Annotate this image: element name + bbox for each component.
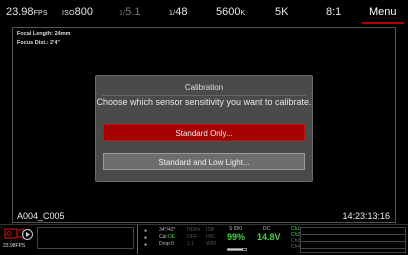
voltage-readout: 14.8V xyxy=(257,232,281,242)
dropped-frames-icon: ● xyxy=(144,242,148,248)
media-capacity: 99% xyxy=(227,232,246,242)
status-meter-box xyxy=(37,227,134,249)
clip-name: A004_C005 xyxy=(17,211,65,221)
compression-readout[interactable]: 8:1 xyxy=(326,6,341,18)
fps-unit: FPS xyxy=(33,10,48,17)
calibration-label: Cal: xyxy=(159,234,168,240)
timecode: 14:23:13:16 xyxy=(342,211,390,221)
menu-active-indicator xyxy=(362,22,404,24)
white-balance-unit: K xyxy=(240,10,246,17)
playback-icon[interactable] xyxy=(22,229,33,240)
fps-value: 23.98 xyxy=(6,6,34,18)
aspect-ratio: 1:1 xyxy=(187,241,194,247)
iso-label: ISO xyxy=(62,10,75,17)
wifi-indicator: WIFI xyxy=(206,241,217,247)
shutter-readout[interactable]: 1/5.1 xyxy=(119,6,141,18)
shutter-value: 5.1 xyxy=(125,6,141,18)
media-capacity-fill xyxy=(228,249,244,250)
calibration-icon: ● xyxy=(144,235,148,241)
calibration-status: Cal:OE xyxy=(159,234,175,240)
fps-readout[interactable]: 23.98FPS xyxy=(6,6,48,18)
audio-meter-row xyxy=(301,235,405,242)
calibration-value: OE xyxy=(167,234,176,240)
hdrx-label: HDRx xyxy=(187,227,201,233)
shutter-angle-readout[interactable]: 1/48 xyxy=(169,6,188,18)
dialog-message: Choose which sensor sensitivity you want… xyxy=(96,97,312,107)
media-capacity-bar xyxy=(227,248,247,251)
focus-distance-label: Focus Dist.: 2'4" xyxy=(17,40,61,46)
hdrx-state: OFF xyxy=(187,234,197,240)
bottom-fps-readout: 23.98FPS xyxy=(3,243,26,249)
audio-channel-4: Ch4 xyxy=(291,244,301,250)
dialog-divider xyxy=(102,95,306,96)
resolution-readout[interactable]: 5K xyxy=(275,6,288,18)
audio-meter xyxy=(300,227,406,253)
iso-readout[interactable]: ISO800 xyxy=(62,6,93,18)
white-balance-readout[interactable]: 5600K xyxy=(216,6,245,18)
dropped-frames-label: Drop: xyxy=(159,241,172,247)
audio-meter-row xyxy=(301,242,405,249)
isb-indicator: ISB xyxy=(206,227,215,233)
lens-info: Focal Length: 24mm Focus Dist.: 2'4" xyxy=(17,30,70,48)
white-balance-value: 5600 xyxy=(216,6,241,18)
temperature-icon: ● xyxy=(144,228,148,234)
iso-value: 800 xyxy=(74,6,94,18)
bottom-divider xyxy=(137,225,138,254)
focal-length-label: Focal Length: 24mm xyxy=(17,31,71,37)
standard-only-button[interactable]: Standard Only... xyxy=(103,124,305,141)
audio-meter-row xyxy=(301,228,405,235)
dropped-frames-value: 0 xyxy=(171,241,175,247)
top-status-bar: 23.98FPS ISO800 1/5.1 1/48 5600K 5K 8:1 … xyxy=(0,0,408,27)
dialog-title: Calibration xyxy=(184,83,224,92)
standard-and-low-light-button[interactable]: Standard and Low Light... xyxy=(103,153,305,170)
dropped-frames-status: Drop:0 xyxy=(159,241,174,247)
calibration-dialog: Calibration Choose which sensor sensitiv… xyxy=(95,75,313,182)
sensor-temperature: 34°/42° xyxy=(159,227,176,233)
hig-indicator: HIG xyxy=(206,234,215,240)
menu-button[interactable]: Menu xyxy=(369,6,397,18)
shutter-angle-value: 48 xyxy=(175,6,188,18)
